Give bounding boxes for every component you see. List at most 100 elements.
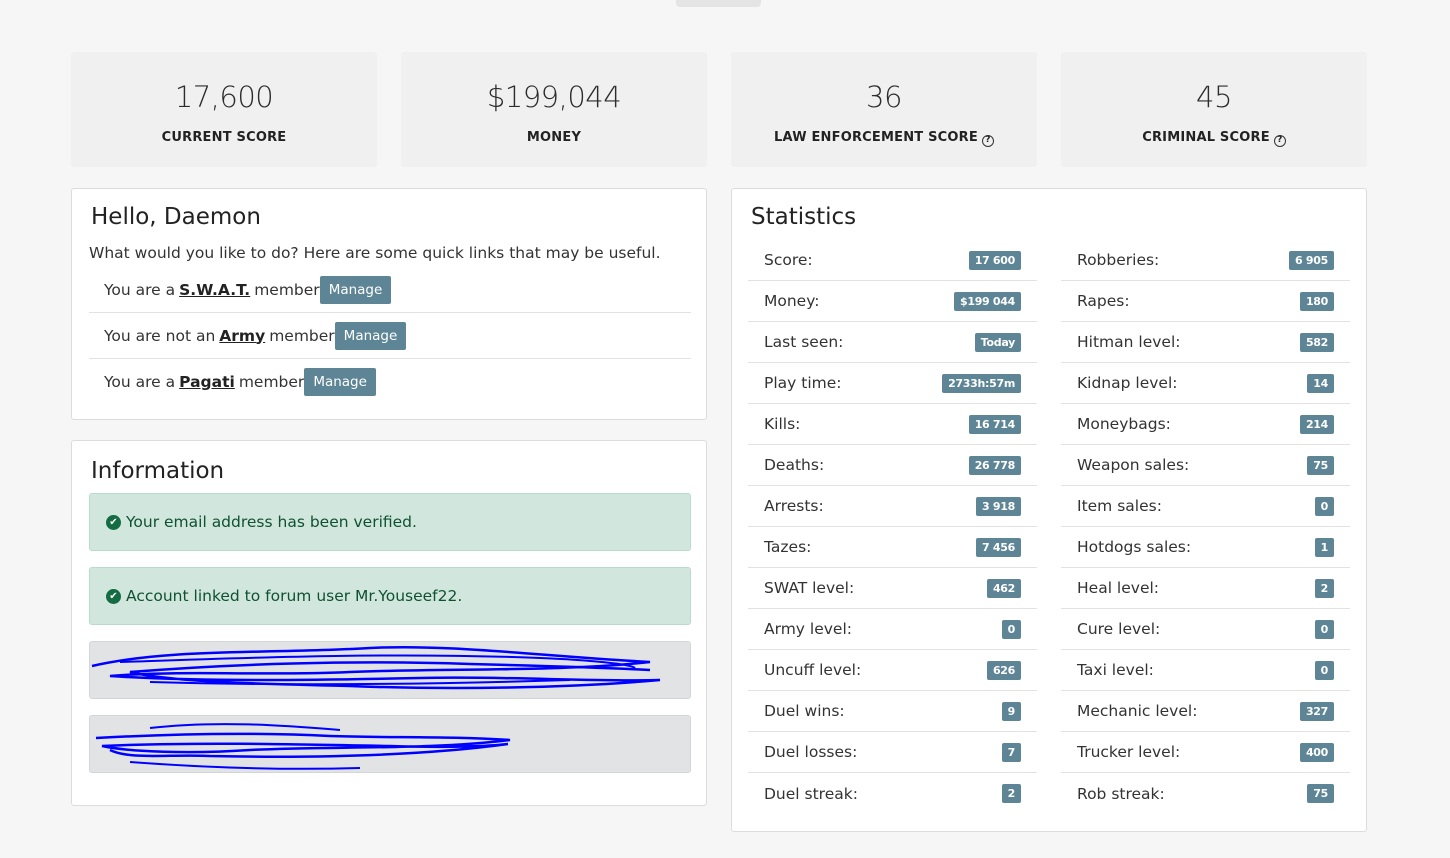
stat-row-uncuff-level: Uncuff level: 626 <box>748 650 1037 691</box>
stat-row-army-level: Army level: 0 <box>748 609 1037 650</box>
stat-badge: 7 456 <box>976 537 1021 557</box>
redaction-scribble <box>91 645 661 690</box>
stat-row-last-seen: Last seen: Today <box>748 322 1037 363</box>
stat-label: Uncuff level: <box>764 661 862 679</box>
membership-suffix: member <box>238 373 305 391</box>
membership-prefix: You are not an <box>104 326 216 345</box>
hello-title: Hello, Daemon <box>91 204 261 230</box>
score-label-text: LAW ENFORCEMENT SCORE <box>774 130 978 145</box>
manage-swat-button[interactable]: Manage <box>319 275 392 304</box>
score-label: LAW ENFORCEMENT SCORE? <box>731 130 1037 147</box>
score-value: 45 <box>1196 80 1232 114</box>
stat-label: Duel streak: <box>764 784 858 803</box>
stat-badge: 75 <box>1307 784 1334 803</box>
stat-label: Arrests: <box>764 497 824 515</box>
alert-forum-linked: ✔ Account linked to forum user Mr.Yousee… <box>89 567 691 625</box>
stat-label: Score: <box>764 251 813 269</box>
stat-label: Tazes: <box>764 538 812 556</box>
stat-row-money: Money: $199 044 <box>748 281 1037 322</box>
stat-row-play-time: Play time: 2733h:57m <box>748 363 1037 404</box>
hello-panel: Hello, Daemon What would you like to do?… <box>71 188 707 420</box>
stat-label: Mechanic level: <box>1077 702 1198 720</box>
stat-row-tazes: Tazes: 7 456 <box>748 527 1037 568</box>
stat-badge: 7 <box>1001 742 1021 762</box>
statistics-title: Statistics <box>751 204 857 230</box>
stat-label: SWAT level: <box>764 579 855 597</box>
manage-pagati-button[interactable]: Manage <box>304 368 376 396</box>
information-title: Information <box>91 458 225 484</box>
stat-label: Moneybags: <box>1077 415 1171 433</box>
membership-row-pagati: You are a Pagati member Manage <box>89 359 691 405</box>
stat-row-heal-level: Heal level: 2 <box>1061 568 1350 609</box>
alert-text: Your email address has been verified. <box>126 513 417 531</box>
stat-label: Duel wins: <box>764 702 845 720</box>
stat-label: Last seen: <box>764 333 844 351</box>
group-link-army[interactable]: Army <box>219 327 265 345</box>
stat-badge: 26 778 <box>968 455 1021 475</box>
stat-label: Kidnap level: <box>1077 374 1178 392</box>
stat-badge: 17 600 <box>968 250 1021 270</box>
stat-label: Trucker level: <box>1077 743 1181 761</box>
stat-badge: 0 <box>1001 619 1021 639</box>
score-label-text: CRIMINAL SCORE <box>1142 130 1270 145</box>
check-circle-icon: ✔ <box>106 514 121 530</box>
stat-badge: 14 <box>1307 373 1334 393</box>
stat-row-swat-level: SWAT level: 462 <box>748 568 1037 609</box>
stat-badge: $199 044 <box>953 291 1021 311</box>
stat-badge: 16 714 <box>968 414 1021 434</box>
stats-column-right: Robberies: 6 905 Rapes: 180 Hitman level: 5… <box>1061 240 1350 814</box>
stat-row-deaths: Deaths: 26 778 <box>748 445 1037 486</box>
stat-label: Heal level: <box>1077 579 1160 597</box>
stat-badge: 582 <box>1299 332 1334 352</box>
manage-army-button[interactable]: Manage <box>334 321 407 350</box>
stat-label: Weapon sales: <box>1077 456 1190 474</box>
score-label: CURRENT SCORE <box>71 130 377 145</box>
stat-row-kills: Kills: 16 714 <box>748 404 1037 445</box>
top-tab[interactable] <box>676 0 761 7</box>
stat-row-kidnap-level: Kidnap level: 14 <box>1061 363 1350 404</box>
hello-intro: What would you like to do? Here are some… <box>89 244 661 262</box>
stat-label: Money: <box>764 292 820 310</box>
stat-badge: 327 <box>1299 701 1334 721</box>
score-label: MONEY <box>401 130 707 145</box>
score-label-text: MONEY <box>526 130 582 145</box>
stat-badge: 0 <box>1314 619 1334 639</box>
stat-row-duel-wins: Duel wins: 9 <box>748 691 1037 732</box>
stat-row-moneybags: Moneybags: 214 <box>1061 404 1350 445</box>
stat-row-duel-losses: Duel losses: 7 <box>748 732 1037 773</box>
score-card-current-score: 17,600 CURRENT SCORE <box>71 52 377 167</box>
alert-email-verified: ✔ Your email address has been verified. <box>89 493 691 551</box>
stat-label: Hotdogs sales: <box>1077 538 1192 556</box>
score-label-text: CURRENT SCORE <box>161 130 287 145</box>
stat-row-trucker-level: Trucker level: 400 <box>1061 732 1350 773</box>
score-card-money: $199,044 MONEY <box>401 52 707 167</box>
stat-label: Robberies: <box>1077 251 1160 269</box>
group-link-pagati[interactable]: Pagati <box>179 373 235 391</box>
stat-row-rob-streak: Rob streak: 75 <box>1061 773 1350 814</box>
stat-label: Rapes: <box>1077 292 1130 310</box>
stat-badge: 180 <box>1299 291 1334 311</box>
score-label: CRIMINAL SCORE? <box>1061 130 1367 147</box>
membership-prefix: You are a <box>104 373 176 391</box>
help-icon[interactable]: ? <box>1273 135 1286 147</box>
redaction-scribble <box>95 723 511 770</box>
stat-badge: 626 <box>986 660 1021 680</box>
membership-list: You are a S.W.A.T. member Manage You are… <box>89 267 691 405</box>
membership-suffix: member <box>254 280 320 299</box>
check-circle-icon: ✔ <box>106 588 121 604</box>
stat-badge: 0 <box>1314 496 1334 516</box>
stat-badge: 2733h:57m <box>942 373 1021 393</box>
alert-text: Account linked to forum user Mr.Youseef2… <box>126 587 463 605</box>
stat-badge: 2 <box>1001 784 1021 803</box>
information-panel: Information ✔ Your email address has bee… <box>71 440 707 806</box>
stat-badge: 1 <box>1314 537 1334 557</box>
group-link-swat[interactable]: S.W.A.T. <box>179 281 250 299</box>
stat-label: Army level: <box>764 620 852 638</box>
stat-row-taxi-level: Taxi level: 0 <box>1061 650 1350 691</box>
stat-row-rapes: Rapes: 180 <box>1061 281 1350 322</box>
help-icon[interactable]: ? <box>981 135 994 147</box>
stat-badge: 214 <box>1299 414 1334 434</box>
stat-row-item-sales: Item sales: 0 <box>1061 486 1350 527</box>
stat-badge: 3 918 <box>976 496 1021 516</box>
stat-badge: 75 <box>1307 455 1334 475</box>
